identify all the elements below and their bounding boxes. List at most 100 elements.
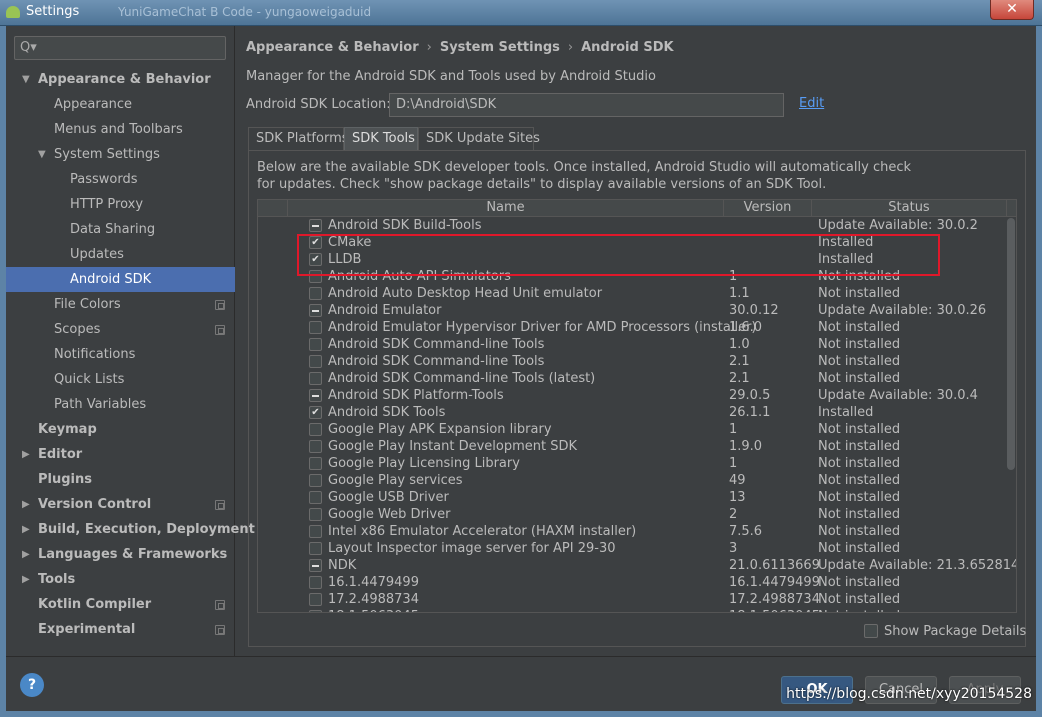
column-header-status[interactable]: Status <box>812 200 1007 217</box>
table-row[interactable]: ✔ Android SDK Tools 26.1.1 Installed <box>258 404 1003 421</box>
table-row[interactable]: Android Emulator 30.0.12 Update Available:… <box>258 302 1003 319</box>
table-row[interactable]: Google Web Driver 2 Not installed <box>258 506 1003 523</box>
row-checkbox[interactable] <box>309 457 322 470</box>
row-checkbox[interactable] <box>309 287 322 300</box>
tab-sdk-platforms[interactable]: SDK Platforms <box>248 127 349 151</box>
row-checkbox[interactable] <box>309 559 322 572</box>
search-input[interactable]: Q▾ <box>14 36 226 60</box>
row-checkbox[interactable] <box>309 593 322 606</box>
close-button[interactable]: ✕ <box>990 0 1034 20</box>
expand-arrow-icon[interactable]: ▼ <box>22 67 30 92</box>
show-package-details-checkbox[interactable] <box>864 624 878 638</box>
search-icon[interactable]: Q▾ <box>20 40 37 55</box>
sidebar-item[interactable]: Keymap <box>6 417 235 442</box>
sidebar-item[interactable]: ▶ Languages & Frameworks <box>6 542 235 567</box>
sidebar-item[interactable]: Notifications <box>6 342 235 367</box>
row-checkbox[interactable] <box>309 338 322 351</box>
table-row[interactable]: Android SDK Command-line Tools (latest) 2… <box>258 370 1003 387</box>
sidebar-item[interactable]: ▶ Tools <box>6 567 235 592</box>
table-row[interactable]: Google Play Instant Development SDK 1.9.0… <box>258 438 1003 455</box>
sidebar-item[interactable]: Kotlin Compiler <box>6 592 235 617</box>
table-row[interactable]: Google Play Licensing Library 1 Not instal… <box>258 455 1003 472</box>
row-checkbox[interactable] <box>309 576 322 589</box>
sidebar-item[interactable]: Plugins <box>6 467 235 492</box>
sidebar-item[interactable]: File Colors <box>6 292 235 317</box>
tab-sdk-tools[interactable]: SDK Tools <box>344 127 418 151</box>
red-highlight-box <box>297 234 940 276</box>
table-row[interactable]: 16.1.4479499 16.1.4479499 Not installed <box>258 574 1003 591</box>
sidebar-item[interactable]: Scopes <box>6 317 235 342</box>
table-row[interactable]: Android SDK Command-line Tools 2.1 Not ins… <box>258 353 1003 370</box>
table-row[interactable]: NDK 21.0.6113669 Update Available: 21.3.65… <box>258 557 1016 574</box>
table-row[interactable]: Android SDK Command-line Tools 1.0 Not ins… <box>258 336 1003 353</box>
column-header-name[interactable]: Name <box>288 200 724 217</box>
cell-version: 1.1 <box>729 286 750 301</box>
expand-arrow-icon[interactable]: ▼ <box>38 142 46 167</box>
watermark-text: https://blog.csdn.net/xyy20154528 <box>786 686 1032 702</box>
cell-version: 16.1.4479499 <box>729 575 820 590</box>
row-checkbox[interactable] <box>309 474 322 487</box>
row-checkbox[interactable] <box>309 491 322 504</box>
sidebar-item[interactable]: Updates <box>6 242 235 267</box>
table-row[interactable]: Android SDK Build-Tools Update Available:… <box>258 217 1003 234</box>
cell-version: 17.2.4988734 <box>729 592 820 607</box>
table-row[interactable]: Android Auto Desktop Head Unit emulator 1… <box>258 285 1003 302</box>
row-checkbox[interactable] <box>309 525 322 538</box>
row-checkbox[interactable] <box>309 355 322 368</box>
cell-status: Not installed <box>818 337 901 352</box>
table-row[interactable]: Intel x86 Emulator Accelerator (HAXM ins… <box>258 523 1003 540</box>
sidebar-item[interactable]: Android SDK <box>6 267 235 292</box>
sidebar-item[interactable]: Data Sharing <box>6 217 235 242</box>
table-scrollbar[interactable] <box>1007 218 1015 470</box>
edit-location-link[interactable]: Edit <box>799 96 824 111</box>
table-row[interactable]: Layout Inspector image server for API 29… <box>258 540 1003 557</box>
row-checkbox[interactable] <box>309 372 322 385</box>
row-checkbox[interactable] <box>309 610 322 612</box>
sidebar-item[interactable]: Experimental <box>6 617 235 642</box>
cell-name: Android SDK Build-Tools <box>328 218 482 233</box>
table-row[interactable]: Android SDK Platform-Tools 29.0.5 Update A… <box>258 387 1003 404</box>
sidebar-item[interactable]: Passwords <box>6 167 235 192</box>
background-window-title: YuniGameChat B Code - yungaoweigaduid <box>118 5 372 19</box>
table-row[interactable]: 17.2.4988734 17.2.4988734 Not installed <box>258 591 1003 608</box>
row-checkbox[interactable] <box>309 508 322 521</box>
sidebar-item[interactable]: Quick Lists <box>6 367 235 392</box>
row-checkbox[interactable] <box>309 440 322 453</box>
collapse-arrow-icon[interactable]: ▶ <box>22 542 30 567</box>
row-checkbox[interactable] <box>309 389 322 402</box>
cell-status: Not installed <box>818 507 901 522</box>
show-package-details[interactable]: Show Package Details <box>864 624 1026 639</box>
row-checkbox[interactable] <box>309 304 322 317</box>
collapse-arrow-icon[interactable]: ▶ <box>22 567 30 592</box>
help-icon[interactable]: ? <box>20 673 44 697</box>
row-checkbox[interactable] <box>309 321 322 334</box>
sidebar-item[interactable]: ▶ Editor <box>6 442 235 467</box>
collapse-arrow-icon[interactable]: ▶ <box>22 492 30 517</box>
sidebar: Q▾ ▼ Appearance & Behavior Appearance Menus… <box>6 26 255 656</box>
table-row[interactable]: Google Play APK Expansion library 1 Not in… <box>258 421 1003 438</box>
sidebar-item[interactable]: HTTP Proxy <box>6 192 235 217</box>
table-row[interactable]: Android Emulator Hypervisor Driver for A… <box>258 319 1003 336</box>
sidebar-item[interactable]: Menus and Toolbars <box>6 117 235 142</box>
sidebar-item[interactable]: ▼ Appearance & Behavior <box>6 67 235 92</box>
sidebar-item[interactable]: Appearance <box>6 92 235 117</box>
row-checkbox[interactable] <box>309 542 322 555</box>
sidebar-item[interactable]: ▶ Build, Execution, Deployment <box>6 517 255 542</box>
row-checkbox[interactable] <box>309 423 322 436</box>
column-header-version[interactable]: Version <box>724 200 812 217</box>
sidebar-item-label: Path Variables <box>54 397 147 412</box>
collapse-arrow-icon[interactable]: ▶ <box>22 442 30 467</box>
cell-name: Google USB Driver <box>328 490 449 505</box>
collapse-arrow-icon[interactable]: ▶ <box>22 517 30 542</box>
footer: ? OK Cancel Apply https://blog.csdn.net/… <box>6 656 1036 711</box>
sdk-location-field[interactable]: D:\Android\SDK <box>389 93 784 117</box>
sidebar-item[interactable]: Path Variables <box>6 392 235 417</box>
row-checkbox[interactable]: ✔ <box>309 406 322 419</box>
sidebar-item[interactable]: ▶ Version Control <box>6 492 235 517</box>
table-row[interactable]: Google Play services 49 Not installed <box>258 472 1003 489</box>
row-checkbox[interactable] <box>309 219 322 232</box>
sidebar-item[interactable]: ▼ System Settings <box>6 142 235 167</box>
table-row[interactable]: 18.1.506304518.1.5063045Not installed <box>258 608 1003 612</box>
tab-sdk-update-sites[interactable]: SDK Update Sites <box>418 127 540 151</box>
table-row[interactable]: Google USB Driver 13 Not installed <box>258 489 1003 506</box>
